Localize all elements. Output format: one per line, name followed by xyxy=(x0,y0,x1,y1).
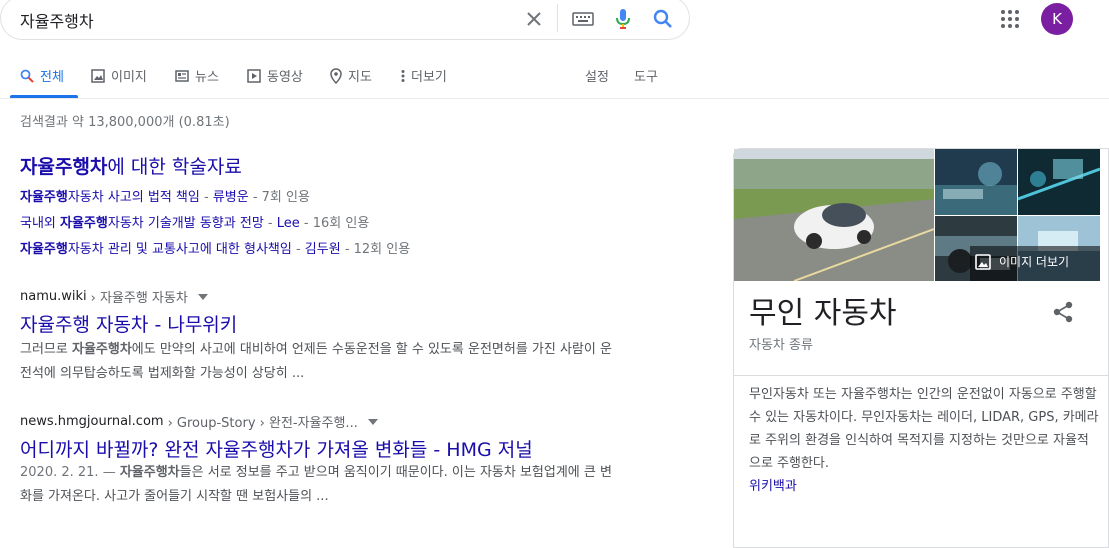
keyboard-icon[interactable] xyxy=(570,6,596,32)
tab-label: 더보기 xyxy=(411,70,447,85)
scholar-author-link[interactable]: 김두원 xyxy=(305,242,341,257)
tab-label: 이미지 xyxy=(111,70,147,85)
tab-label: 전체 xyxy=(40,70,64,85)
tab-images[interactable]: 이미지 xyxy=(91,66,147,85)
map-pin-icon xyxy=(330,67,342,84)
scholar-title-rest: 에 대한 학술자료 xyxy=(107,156,242,178)
scholar-title-link[interactable]: 자율주행차에 대한 학술자료 xyxy=(20,156,242,178)
snippet-pre: 그러므로 xyxy=(20,342,72,357)
result-title-link[interactable]: 자율주행 자동차 - 나무위키 xyxy=(20,310,237,337)
more-vert-icon xyxy=(401,69,405,82)
scholar-item-bold: 자율주행 xyxy=(60,216,108,231)
divider xyxy=(0,98,1109,99)
result-snippet: 2020. 2. 21. — 자율주행차들은 서로 정보를 주고 받으며 움직이… xyxy=(20,461,620,509)
scholar-heading[interactable]: 자율주행차에 대한 학술자료 xyxy=(20,152,242,179)
share-icon[interactable] xyxy=(1052,300,1074,328)
settings-link[interactable]: 설정 xyxy=(585,66,609,85)
scholar-item-link[interactable]: 국내외 자율주행자동차 기술개발 동향과 전망 xyxy=(20,216,264,231)
result-stats: 검색결과 약 13,800,000개 (0.81초) xyxy=(20,115,230,130)
tab-label: 지도 xyxy=(348,70,372,85)
search-input[interactable]: 자율주행차 xyxy=(20,8,94,32)
scholar-item-sep: - xyxy=(199,190,213,205)
scholar-item-rest: 자동차 관리 및 교통사고에 대한 형사책임 xyxy=(67,242,292,257)
result-title-link[interactable]: 어디까지 바뀔까? 완전 자율주행차가 가져올 변화들 - HMG 저널 xyxy=(20,435,533,462)
more-images-label: 이미지 더보기 xyxy=(999,255,1070,269)
search-divider xyxy=(557,4,558,32)
snippet-bold: 자율주행차 xyxy=(71,342,132,357)
scholar-item-pre: 국내외 xyxy=(20,216,61,231)
news-icon xyxy=(175,69,189,82)
scholar-cite-count: - 7회 인용 xyxy=(248,190,310,205)
kp-description-text: 무인자동차 또는 자율주행차는 인간의 운전없이 자동으로 주행할 수 있는 자… xyxy=(749,387,1099,471)
video-icon xyxy=(247,68,261,83)
kp-main-image[interactable] xyxy=(734,149,934,281)
image-icon xyxy=(975,253,991,270)
result-snippet: 그러므로 자율주행차에도 만약의 사고에 대비하여 언제든 수동운전을 할 수 … xyxy=(20,338,620,386)
more-images-button[interactable]: 이미지 더보기 xyxy=(975,253,1069,270)
tab-maps[interactable]: 지도 xyxy=(330,66,372,85)
kp-thumb-image[interactable] xyxy=(1018,149,1100,215)
scholar-item: 국내외 자율주행자동차 기술개발 동향과 전망 - Lee - 16회 인용 xyxy=(20,212,369,231)
kp-subtitle: 자동차 종류 xyxy=(749,338,813,353)
kp-source-link[interactable]: 위키백과 xyxy=(749,479,797,494)
clear-icon[interactable] xyxy=(521,6,547,32)
scholar-cite-count: - 16회 인용 xyxy=(299,216,370,231)
dropdown-arrow-icon[interactable] xyxy=(197,293,208,300)
tab-label: 동영상 xyxy=(267,70,303,85)
tab-news[interactable]: 뉴스 xyxy=(175,66,219,85)
avatar[interactable]: K xyxy=(1041,3,1073,35)
result-breadcrumb: namu.wiki › 자율주행 자동차 xyxy=(20,287,208,306)
scholar-item-rest: 자동차 사고의 법적 책임 xyxy=(67,190,200,205)
scholar-item-sep: - xyxy=(291,242,305,257)
result-breadcrumb: news.hmgjournal.com › Group-Story › 완전-자… xyxy=(20,412,378,431)
kp-thumb-image[interactable] xyxy=(935,149,1017,215)
scholar-item-link[interactable]: 자율주행자동차 관리 및 교통사고에 대한 형사책임 xyxy=(20,242,292,257)
scholar-item-bold: 자율주행 xyxy=(20,242,68,257)
microphone-icon[interactable] xyxy=(610,6,636,32)
kp-description: 무인자동차 또는 자율주행차는 인간의 운전없이 자동으로 주행할 수 있는 자… xyxy=(749,383,1099,498)
image-icon xyxy=(91,68,105,83)
tab-label: 뉴스 xyxy=(195,70,219,85)
scholar-cite-count: - 12회 인용 xyxy=(340,242,411,257)
dropdown-arrow-icon[interactable] xyxy=(367,418,378,425)
result-path: › 자율주행 자동차 xyxy=(90,291,188,306)
snippet-bold: 자율주행차 xyxy=(119,465,180,480)
divider xyxy=(734,375,1109,376)
scholar-author-link[interactable]: Lee xyxy=(277,216,300,231)
result-path: › Group-Story › 완전-자율주행... xyxy=(167,416,358,431)
apps-grid-icon[interactable] xyxy=(998,7,1022,31)
tools-link[interactable]: 도구 xyxy=(634,66,658,85)
scholar-author-link[interactable]: 류병운 xyxy=(213,190,249,205)
tab-all[interactable]: 전체 xyxy=(20,66,64,85)
scholar-item: 자율주행자동차 사고의 법적 책임 - 류병운 - 7회 인용 xyxy=(20,186,310,205)
scholar-item-rest: 자동차 기술개발 동향과 전망 xyxy=(107,216,264,231)
search-icon xyxy=(20,69,34,83)
scholar-item-link[interactable]: 자율주행자동차 사고의 법적 책임 xyxy=(20,190,200,205)
result-site: namu.wiki xyxy=(20,289,87,304)
scholar-item-bold: 자율주행 xyxy=(20,190,68,205)
scholar-item: 자율주행자동차 관리 및 교통사고에 대한 형사책임 - 김두원 - 12회 인… xyxy=(20,238,410,257)
tab-more[interactable]: 더보기 xyxy=(401,66,447,85)
tab-videos[interactable]: 동영상 xyxy=(247,66,303,85)
result-site: news.hmgjournal.com xyxy=(20,414,164,429)
scholar-item-sep: - xyxy=(263,216,277,231)
search-icon[interactable] xyxy=(650,6,676,32)
scholar-title-bold: 자율주행차 xyxy=(20,156,108,178)
kp-title: 무인 자동차 xyxy=(749,296,897,331)
snippet-date: 2020. 2. 21. — xyxy=(20,465,120,480)
